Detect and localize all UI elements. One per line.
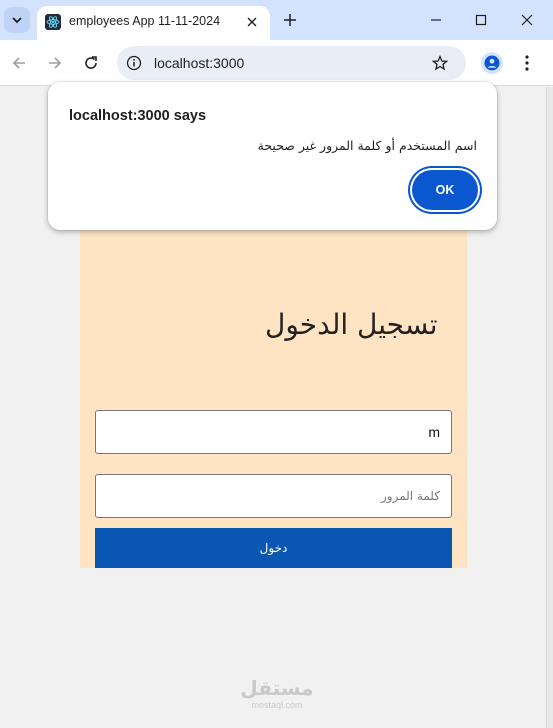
forward-arrow-icon [49, 57, 62, 69]
minimize-button[interactable] [419, 6, 453, 34]
alert-dialog: localhost:3000 says اسم المستخدم أو كلمة… [48, 82, 497, 230]
password-field[interactable]: كلمة المرور [95, 474, 452, 518]
dialog-message: اسم المستخدم أو كلمة المرور غير صحيحة [257, 138, 477, 153]
new-tab-button[interactable] [279, 9, 301, 31]
kebab-menu-icon [525, 55, 529, 71]
maximize-icon [475, 14, 487, 26]
watermark-main: مستقل [240, 676, 314, 700]
back-arrow-icon [12, 57, 25, 69]
reload-button[interactable] [79, 51, 103, 75]
tab-strip: employees App 11-11-2024 [0, 0, 553, 40]
tab-search-button[interactable] [4, 7, 30, 33]
reload-icon [85, 56, 97, 69]
profile-button[interactable] [481, 52, 503, 74]
tab-title: employees App 11-11-2024 [69, 14, 221, 28]
profile-icon [484, 55, 500, 71]
address-bar[interactable]: localhost:3000 [117, 46, 466, 80]
maximize-button[interactable] [464, 6, 498, 34]
window-close-button[interactable] [510, 6, 544, 34]
tab-close-button[interactable] [242, 12, 262, 32]
ok-button[interactable]: OK [412, 170, 478, 210]
info-icon[interactable] [125, 54, 143, 72]
minimize-icon [431, 19, 441, 21]
window-close-icon [521, 14, 533, 26]
login-form: تسجيل الدخول m كلمة المرور دخول [80, 210, 467, 568]
watermark-logo: مستقل mostaql.com [236, 676, 318, 710]
plus-icon [284, 14, 296, 26]
star-icon [432, 55, 448, 71]
watermark-sub: mostaql.com [251, 700, 303, 710]
close-icon [247, 17, 257, 27]
username-field[interactable]: m [95, 410, 452, 454]
active-tab[interactable]: employees App 11-11-2024 [37, 6, 270, 40]
browser-menu-button[interactable] [517, 52, 537, 74]
react-favicon-icon [45, 14, 61, 30]
back-button[interactable] [7, 51, 31, 75]
chevron-down-icon [12, 17, 22, 24]
browser-toolbar: localhost:3000 [0, 40, 553, 86]
dialog-title: localhost:3000 says [69, 108, 207, 124]
bookmark-button[interactable] [430, 53, 450, 73]
login-button[interactable]: دخول [95, 528, 452, 568]
url-text[interactable]: localhost:3000 [154, 55, 244, 71]
login-title: تسجيل الدخول [265, 308, 438, 341]
forward-button[interactable] [43, 51, 67, 75]
page-scrollbar[interactable] [546, 87, 553, 728]
